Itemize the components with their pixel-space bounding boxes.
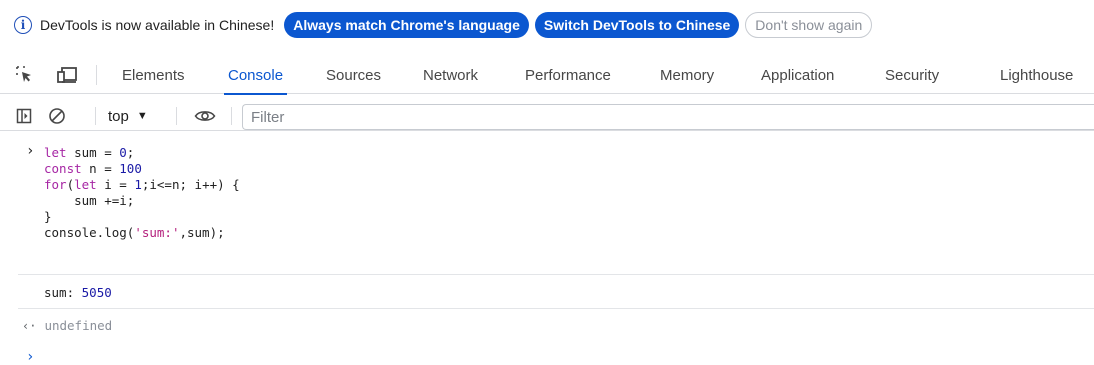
code-line: sum +=i; bbox=[44, 193, 135, 208]
code-line: const n = 100 bbox=[44, 161, 142, 176]
code-line: for(let i = 1;i<=n; i++) { bbox=[44, 177, 240, 192]
toolbar-separator bbox=[231, 107, 232, 125]
toolbar-separator bbox=[95, 107, 96, 125]
return-arrow-icon: ‹· bbox=[22, 319, 37, 333]
tab-elements[interactable]: Elements bbox=[122, 56, 185, 94]
log-output-label: sum: bbox=[44, 285, 75, 300]
code-line: let sum = 0; bbox=[44, 145, 135, 160]
filter-input[interactable] bbox=[242, 104, 1094, 130]
context-selector[interactable]: top ▼ bbox=[108, 105, 148, 127]
tab-separator bbox=[96, 65, 97, 85]
tab-lighthouse[interactable]: Lighthouse bbox=[1000, 56, 1073, 94]
language-infobar: i DevTools is now available in Chinese! … bbox=[0, 0, 1094, 50]
tab-network[interactable]: Network bbox=[423, 56, 478, 94]
inspect-element-icon[interactable] bbox=[14, 64, 36, 86]
message-divider bbox=[18, 274, 1094, 275]
clear-console-icon[interactable] bbox=[47, 106, 67, 126]
info-icon: i bbox=[14, 16, 32, 34]
return-value-text: undefined bbox=[44, 318, 113, 333]
dropdown-arrow-icon: ▼ bbox=[136, 110, 148, 122]
switch-to-chinese-button[interactable]: Switch DevTools to Chinese bbox=[534, 12, 740, 38]
dont-show-again-button[interactable]: Don't show again bbox=[745, 12, 873, 38]
show-sidebar-icon[interactable] bbox=[14, 106, 34, 126]
console-messages: › let sum = 0; const n = 100 for(let i =… bbox=[0, 131, 1094, 365]
tab-console[interactable]: Console bbox=[223, 56, 288, 95]
code-line: console.log('sum:',sum); bbox=[44, 225, 225, 240]
device-toolbar-icon[interactable] bbox=[56, 64, 78, 86]
context-selector-value: top bbox=[108, 107, 129, 125]
infobar-message: DevTools is now available in Chinese! bbox=[40, 17, 275, 33]
always-match-language-button[interactable]: Always match Chrome's language bbox=[284, 12, 529, 38]
tab-memory[interactable]: Memory bbox=[660, 56, 714, 94]
console-toolbar: top ▼ bbox=[0, 101, 1094, 131]
tab-sources[interactable]: Sources bbox=[326, 56, 381, 94]
tab-security[interactable]: Security bbox=[885, 56, 939, 94]
log-output: sum: 5050 bbox=[44, 285, 112, 301]
devtools-tab-bar: Elements Console Sources Network Perform… bbox=[0, 56, 1094, 95]
tab-application[interactable]: Application bbox=[761, 56, 834, 94]
tab-performance[interactable]: Performance bbox=[525, 56, 611, 94]
prompt-chevron-icon: › bbox=[26, 143, 35, 159]
console-prompt-input[interactable]: › bbox=[26, 349, 34, 365]
toolbar-separator bbox=[176, 107, 177, 125]
code-line: } bbox=[44, 209, 52, 224]
return-value: ‹· undefined bbox=[22, 318, 112, 334]
log-output-value: 5050 bbox=[81, 285, 112, 300]
message-divider bbox=[18, 308, 1094, 309]
live-expression-eye-icon[interactable] bbox=[193, 106, 217, 126]
